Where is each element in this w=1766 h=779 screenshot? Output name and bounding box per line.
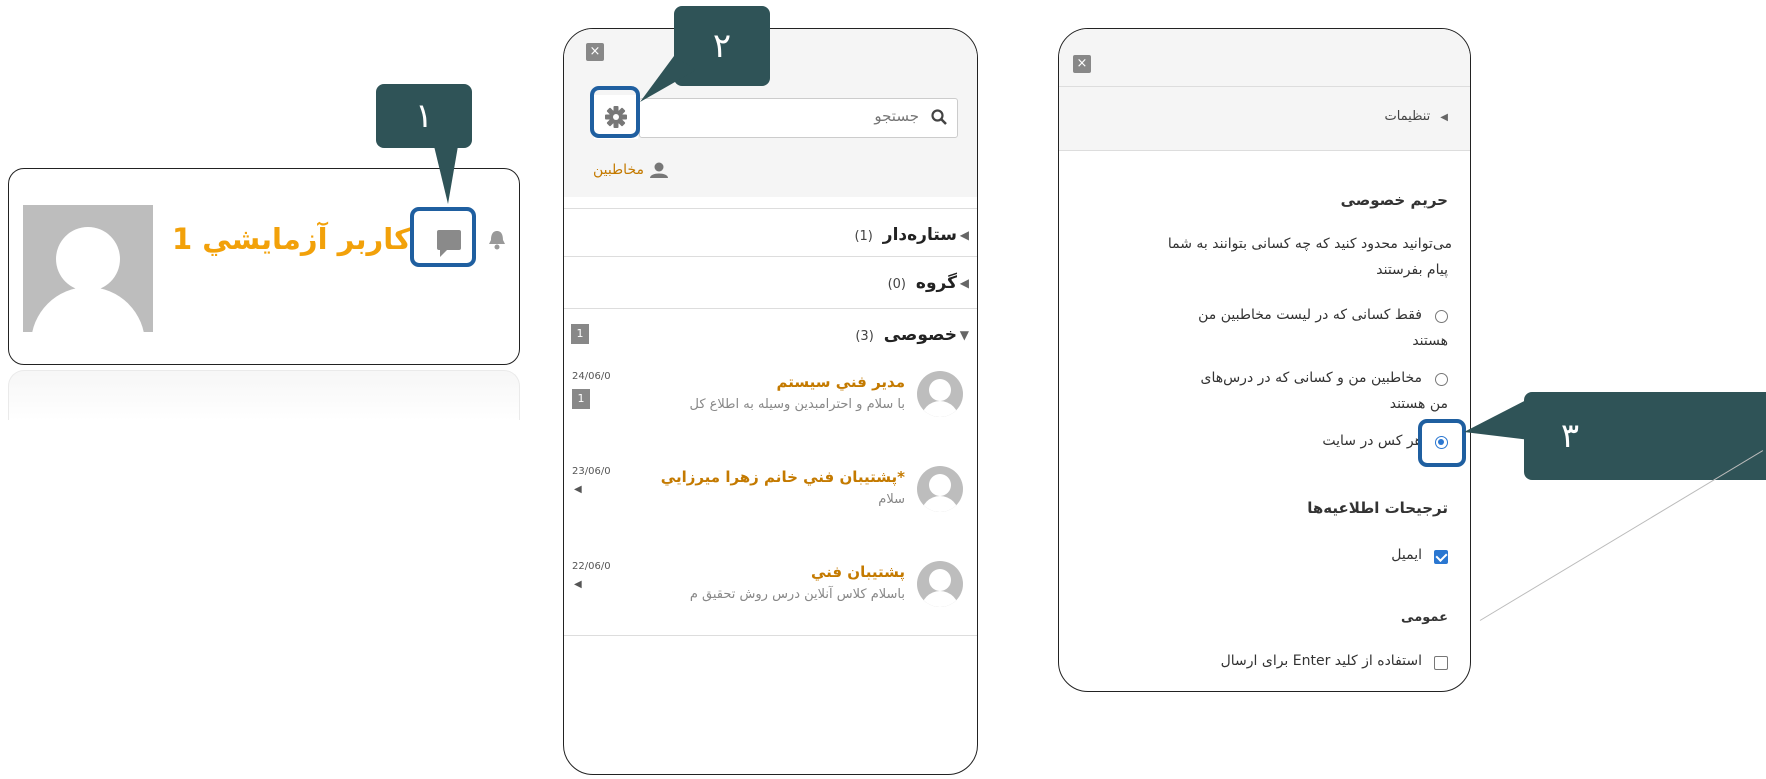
- conversation-preview: سلام: [878, 492, 905, 507]
- enter-send-label: استفاده از کلید Enter برای ارسال: [1220, 653, 1422, 669]
- conversation-name: مدير فني سيستم: [776, 373, 905, 391]
- radio-label: مخاطبین من و کسانی که در درس‌های: [1200, 370, 1422, 386]
- section-starred[interactable]: ◀ ستاره‌دار (1): [564, 208, 977, 258]
- callout-3: ٣: [1524, 392, 1766, 480]
- unread-badge: 1: [571, 324, 589, 344]
- conversation-name: *پشتيبان فني خانم زهرا ميرزايي: [660, 468, 905, 486]
- search-input[interactable]: [659, 107, 919, 125]
- privacy-heading: حریم خصوصی: [1340, 191, 1448, 209]
- contacts-label: مخاطبین: [592, 162, 644, 178]
- section-count: (0): [887, 277, 906, 292]
- callout-2-tail: [640, 56, 696, 102]
- general-heading: عمومی: [1401, 610, 1448, 625]
- conversation-date: 24/06/0: [572, 371, 611, 382]
- section-private[interactable]: ▼ خصوصی (3) 1: [564, 308, 977, 360]
- avatar: [23, 205, 153, 332]
- enter-send-checkbox[interactable]: [1434, 656, 1448, 670]
- settings-panel: × ◀ تنظیمات حریم خصوصی می‌توانید محدود کن…: [1058, 28, 1471, 692]
- section-group[interactable]: ◀ گروه (0): [564, 256, 977, 308]
- section-label: ستاره‌دار: [882, 225, 957, 245]
- close-button[interactable]: ×: [586, 43, 604, 61]
- section-label: خصوصی: [883, 325, 957, 345]
- callout-3-tail: [1464, 398, 1530, 440]
- section-count: (3): [855, 329, 874, 344]
- radio-label: هر کس در سایت: [1322, 433, 1422, 449]
- conversation-preview: باسلام کلاس آنلاین درس روش تحقیق م: [689, 587, 905, 602]
- conversation-item[interactable]: *پشتيبان فني خانم زهرا ميرزايي سلام 23/0…: [564, 454, 977, 546]
- settings-label: تنظیمات: [1384, 109, 1431, 124]
- highlight-radio: [1418, 419, 1466, 467]
- caret-right-icon: ◀: [959, 228, 969, 242]
- avatar: [917, 371, 963, 417]
- settings-header: [1059, 29, 1470, 151]
- conversation-preview: با سلام و احترامبدین وسیله به اطلاع کل: [689, 397, 905, 412]
- caret-down-icon: ▼: [959, 328, 969, 342]
- avatar: [917, 466, 963, 512]
- caret-right-icon: ◀: [1440, 112, 1448, 123]
- privacy-desc: می‌توانید محدود کنید که چه کسانی بتوانند…: [1167, 236, 1452, 252]
- radio-contacts-only[interactable]: [1435, 310, 1448, 323]
- conversation-date: 22/06/0: [572, 561, 611, 572]
- highlight-message-icon: [410, 207, 476, 267]
- unread-badge: 1: [572, 389, 590, 409]
- radio-label-2: هستند: [1412, 333, 1448, 349]
- caret-left-icon: ◀: [574, 579, 582, 590]
- conversation-item[interactable]: مدير فني سيستم با سلام و احترامبدین وسیل…: [564, 359, 977, 451]
- conversation-name: پشتيبان فني: [810, 563, 905, 581]
- privacy-desc-2: پیام بفرستند: [1376, 262, 1448, 278]
- search-box: [639, 98, 958, 138]
- notification-heading: ترجیحات اطلاعیه‌ها: [1307, 499, 1448, 517]
- user-icon: [650, 162, 668, 178]
- bell-icon[interactable]: [487, 229, 507, 251]
- radio-label-2: من هستند: [1389, 396, 1448, 412]
- conversation-item[interactable]: پشتيبان فني باسلام کلاس آنلاین درس روش ت…: [564, 549, 977, 636]
- callout-1-tail: [434, 146, 458, 204]
- divider: [1059, 86, 1470, 87]
- card-reflection: [8, 370, 520, 420]
- profile-name: کاربر آزمايشي 1: [172, 222, 411, 256]
- email-checkbox[interactable]: [1434, 550, 1448, 564]
- close-button[interactable]: ×: [1073, 55, 1091, 73]
- search-icon: [931, 109, 947, 125]
- avatar: [917, 561, 963, 607]
- email-label: ایمیل: [1391, 547, 1422, 563]
- caret-left-icon: ◀: [574, 484, 582, 495]
- settings-toggle[interactable]: ◀ تنظیمات: [1384, 109, 1448, 124]
- section-count: (1): [854, 229, 873, 244]
- section-label: گروه: [915, 273, 957, 293]
- contacts-link[interactable]: مخاطبین: [593, 162, 668, 178]
- radio-contacts-courses[interactable]: [1435, 373, 1448, 386]
- caret-right-icon: ◀: [959, 276, 969, 290]
- callout-3-label: ٣: [1560, 416, 1580, 456]
- radio-label: فقط کسانی که در لیست مخاطبین من: [1198, 307, 1422, 323]
- messages-panel: × مخاطبین ◀ ستاره‌دار (1) ◀ گروه (0) ▼ خ…: [563, 28, 978, 775]
- highlight-gear: [590, 86, 640, 138]
- callout-1: ١: [376, 84, 472, 148]
- conversation-date: 23/06/0: [572, 466, 611, 477]
